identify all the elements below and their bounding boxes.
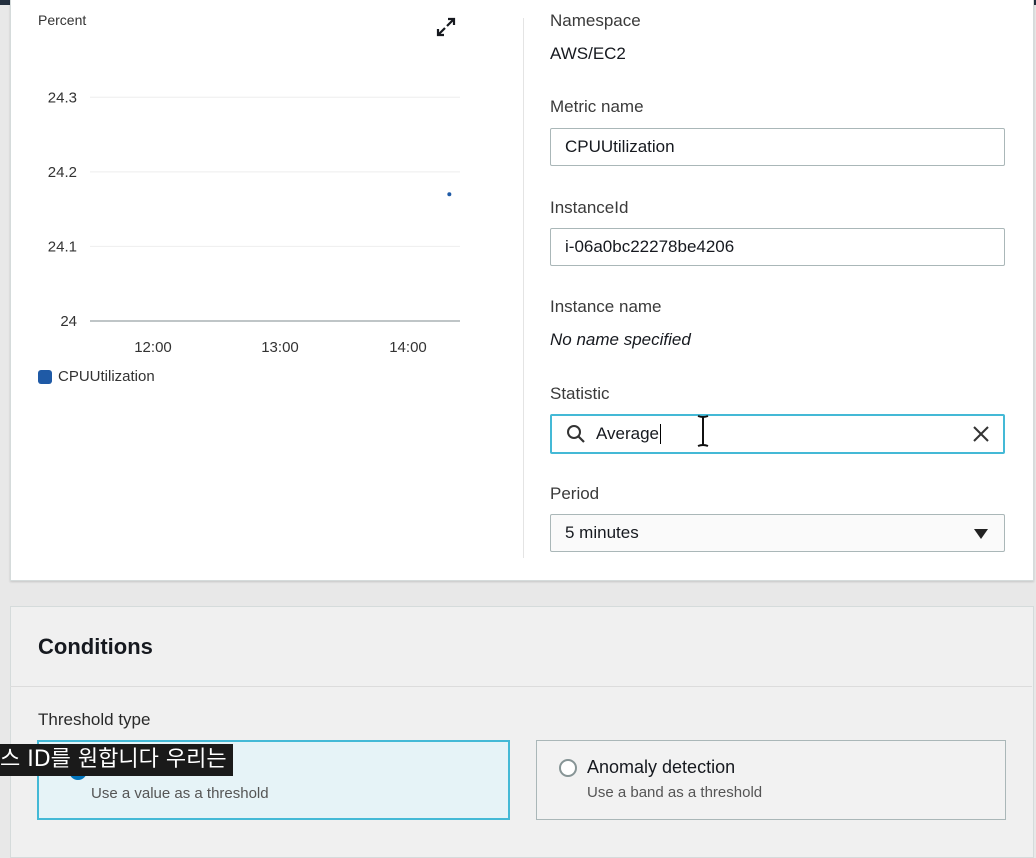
conditions-title: Conditions xyxy=(38,634,153,659)
metric-name-label: Metric name xyxy=(550,97,644,116)
chart-y-tick-label: 24.1 xyxy=(48,238,77,255)
chart-data-point[interactable] xyxy=(447,192,452,197)
namespace-label: Namespace xyxy=(550,11,641,30)
caret-down-icon xyxy=(974,529,988,539)
metric-chart: 24.3 24.2 24.1 24 12:00 13:00 14:00 xyxy=(48,89,460,356)
text-cursor-icon xyxy=(697,415,709,447)
period-label: Period xyxy=(550,484,600,503)
anomaly-detection-title: Anomaly detection xyxy=(587,757,736,777)
anomaly-detection-tile[interactable]: Anomaly detection Use a band as a thresh… xyxy=(536,740,1006,820)
chart-legend[interactable]: CPUUtilization xyxy=(38,368,155,385)
statistic-value: Average xyxy=(596,424,660,443)
chart-y-tick-label: 24.2 xyxy=(48,164,77,181)
chart-y-tick-label: 24 xyxy=(60,313,77,330)
instance-id-value: i-06a0bc22278be4206 xyxy=(565,237,735,256)
statistic-label: Statistic xyxy=(550,384,610,403)
period-value: 5 minutes xyxy=(565,523,639,542)
close-icon[interactable] xyxy=(971,424,991,444)
statistic-search-input[interactable]: Average xyxy=(550,414,1005,454)
metric-name-value: CPUUtilization xyxy=(565,137,675,156)
column-divider xyxy=(523,18,524,558)
video-subtitle: 스 ID를 원합니다 우리는 xyxy=(0,744,233,776)
legend-swatch xyxy=(38,369,52,384)
instance-id-input[interactable]: i-06a0bc22278be4206 xyxy=(550,228,1005,266)
instance-name-value: No name specified xyxy=(550,330,691,349)
chart-y-tick-label: 24.3 xyxy=(48,89,77,106)
chart-x-tick-label: 14:00 xyxy=(389,339,427,356)
conditions-divider xyxy=(10,686,1032,687)
anomaly-detection-desc: Use a band as a threshold xyxy=(587,784,763,801)
instance-name-label: Instance name xyxy=(550,297,662,316)
chart-x-tick-label: 13:00 xyxy=(261,339,299,356)
static-threshold-desc: Use a value as a threshold xyxy=(91,785,269,802)
legend-label: CPUUtilization xyxy=(58,368,155,385)
search-icon xyxy=(567,425,585,443)
period-select[interactable]: 5 minutes xyxy=(550,514,1005,552)
chart-x-tick-label: 12:00 xyxy=(134,339,172,356)
instance-id-label: InstanceId xyxy=(550,198,629,217)
namespace-value: AWS/EC2 xyxy=(550,44,626,63)
threshold-type-label: Threshold type xyxy=(38,710,151,729)
metric-name-input[interactable]: CPUUtilization xyxy=(550,128,1005,166)
conditions-panel xyxy=(10,606,1034,858)
text-caret xyxy=(660,424,662,444)
anomaly-detection-radio[interactable] xyxy=(559,759,577,777)
